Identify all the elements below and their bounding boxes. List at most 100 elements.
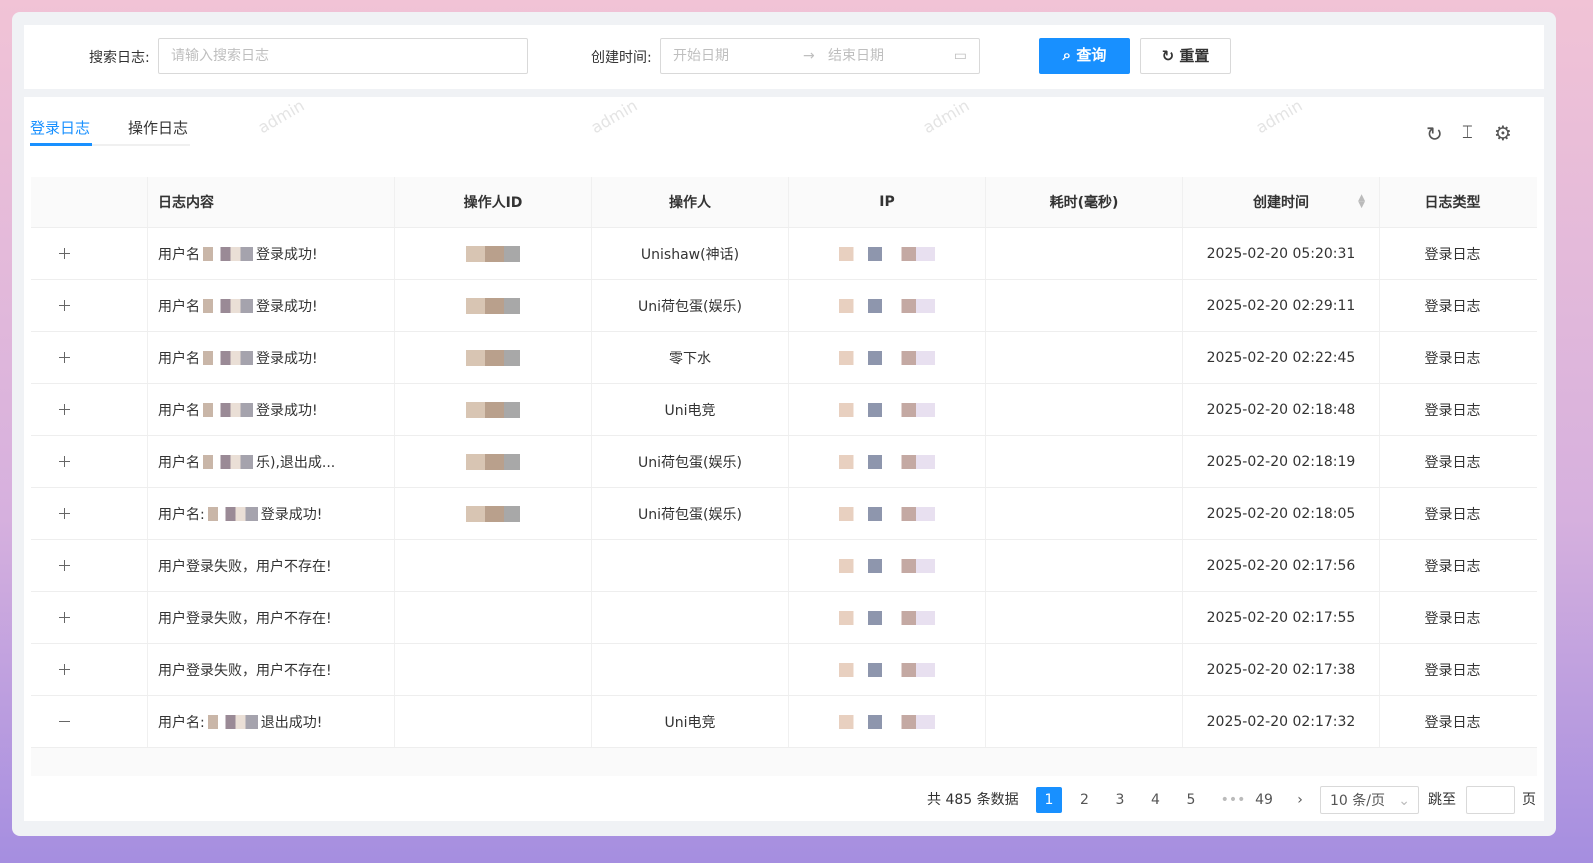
expand-icon[interactable] — [58, 299, 71, 312]
operator-id — [395, 592, 592, 643]
log-table: 日志内容 操作人ID 操作人 IP 耗时(毫秒) 创建时间 ▲ ▼ 日志类型 用户名… — [31, 177, 1537, 776]
reset-label: 重置 — [1179, 47, 1210, 65]
header-content: 日志内容 — [148, 177, 395, 227]
header-expand — [31, 177, 148, 227]
table-row[interactable]: 用户名: 登录成功! Uni荷包蛋(娱乐) 2025-02-20 02:18:05… — [31, 488, 1537, 540]
pagination-ellipsis[interactable]: ••• — [1220, 787, 1246, 813]
reload-icon: ↻ — [1161, 47, 1175, 65]
table-row[interactable]: 用户登录失败，用户不存在! 2025-02-20 02:17:56 登录日志 — [31, 540, 1537, 592]
search-log-input[interactable]: 请输入搜索日志 — [158, 38, 528, 74]
expand-icon[interactable] — [58, 351, 71, 364]
header-create-time-label: 创建时间 — [1253, 195, 1309, 211]
operator-id — [395, 384, 592, 435]
table-row[interactable]: 用户登录失败，用户不存在! 2025-02-20 02:17:38 登录日志 — [31, 644, 1537, 696]
page-3[interactable]: 3 — [1107, 787, 1133, 813]
operator-id — [395, 488, 592, 539]
masked-ip — [839, 558, 935, 573]
search-panel: 搜索日志: 请输入搜索日志 创建时间: 开始日期 → 结束日期 ▭ ⌕ 查询 ↻… — [24, 25, 1544, 89]
page-5[interactable]: 5 — [1178, 787, 1204, 813]
content-suffix: 登录成功! — [260, 506, 323, 523]
page-2[interactable]: 2 — [1072, 787, 1098, 813]
log-content: 用户登录失败，用户不存在! — [148, 540, 395, 591]
operator-id — [395, 436, 592, 487]
content-prefix: 用户登录失败，用户不存在! — [158, 662, 332, 679]
query-button[interactable]: ⌕ 查询 — [1039, 38, 1130, 74]
log-type: 登录日志 — [1424, 454, 1481, 471]
expand-cell — [31, 488, 148, 539]
ip — [789, 696, 986, 747]
masked-username — [207, 714, 258, 729]
create-time: 2025-02-20 02:17:55 — [1183, 592, 1380, 643]
operator: Uni荷包蛋(娱乐) — [592, 436, 789, 487]
content-suffix: 登录成功! — [256, 246, 318, 263]
content-prefix: 用户名 — [158, 402, 200, 419]
expand-icon[interactable] — [58, 559, 71, 572]
operator — [592, 644, 789, 695]
log-content: 用户名: 登录成功! — [148, 488, 395, 539]
expand-icon[interactable] — [58, 403, 71, 416]
duration — [986, 488, 1183, 539]
table-row[interactable]: 用户名 登录成功! Uni电竞 2025-02-20 02:18:48 登录日志 — [31, 384, 1537, 436]
operator: Uni荷包蛋(娱乐) — [592, 488, 789, 539]
masked-username — [203, 350, 253, 365]
ip — [789, 228, 986, 279]
content-prefix: 用户名 — [158, 350, 200, 367]
operator-id — [395, 644, 592, 695]
operator-id — [395, 280, 592, 331]
table-row[interactable]: 用户名 登录成功! Unishaw(神话) 2025-02-20 05:20:31… — [31, 228, 1537, 280]
masked-ip — [839, 298, 935, 313]
content-prefix: 用户名: — [158, 506, 205, 523]
masked-ip — [839, 610, 935, 625]
operator: 零下水 — [592, 332, 789, 383]
log-type: 登录日志 — [1424, 558, 1481, 575]
log-content: 用户名: 退出成功! — [148, 696, 395, 747]
table-header-row: 日志内容 操作人ID 操作人 IP 耗时(毫秒) 创建时间 ▲ ▼ 日志类型 — [31, 177, 1537, 228]
date-range-picker[interactable]: 开始日期 → 结束日期 ▭ — [660, 38, 980, 74]
table-row[interactable]: 用户名 登录成功! 零下水 2025-02-20 02:22:45 登录日志 — [31, 332, 1537, 384]
expand-icon[interactable] — [58, 611, 71, 624]
content-prefix: 用户名 — [158, 246, 200, 263]
refresh-icon[interactable]: ↻ — [1426, 122, 1443, 146]
tab-login-log[interactable]: 登录日志 — [30, 117, 90, 138]
app-frame: 搜索日志: 请输入搜索日志 创建时间: 开始日期 → 结束日期 ▭ ⌕ 查询 ↻… — [12, 12, 1556, 836]
collapse-icon[interactable] — [58, 715, 71, 728]
page-1[interactable]: 1 — [1036, 787, 1062, 813]
header-ip: IP — [789, 177, 986, 227]
jump-page-input[interactable] — [1466, 786, 1515, 814]
table-row[interactable]: 用户名: 退出成功! Uni电竞 2025-02-20 02:17:32 登录日志 — [31, 696, 1537, 748]
create-time: 2025-02-20 02:18:05 — [1183, 488, 1380, 539]
header-operator-id: 操作人ID — [395, 177, 592, 227]
settings-gear-icon[interactable]: ⚙ — [1494, 121, 1512, 145]
page-last[interactable]: 49 — [1251, 787, 1277, 813]
ip — [789, 540, 986, 591]
page-size-select[interactable]: 10 条/页 ⌄ — [1320, 786, 1419, 814]
header-create-time[interactable]: 创建时间 ▲ ▼ — [1183, 177, 1380, 227]
expand-icon[interactable] — [58, 663, 71, 676]
table-row[interactable]: 用户登录失败，用户不存在! 2025-02-20 02:17:55 登录日志 — [31, 592, 1537, 644]
create-time: 2025-02-20 02:18:19 — [1183, 436, 1380, 487]
column-height-icon[interactable]: ⌶ — [1462, 122, 1473, 143]
expand-icon[interactable] — [58, 507, 71, 520]
table-row[interactable]: 用户名 登录成功! Uni荷包蛋(娱乐) 2025-02-20 02:29:11 … — [31, 280, 1537, 332]
expand-icon[interactable] — [58, 247, 71, 260]
watermark: admin — [254, 95, 308, 138]
end-date-input[interactable]: 结束日期 — [828, 39, 884, 73]
expand-icon[interactable] — [58, 455, 71, 468]
log-content: 用户名 乐),退出成... — [148, 436, 395, 487]
expand-cell — [31, 280, 148, 331]
next-page-icon[interactable]: › — [1287, 787, 1313, 813]
watermark: admin — [587, 95, 641, 138]
total-count: 共 485 条数据 — [927, 792, 1019, 808]
masked-operator-id — [466, 453, 520, 470]
sort-icon[interactable]: ▲ ▼ — [1358, 194, 1365, 210]
start-date-input[interactable]: 开始日期 — [673, 48, 729, 64]
page-4[interactable]: 4 — [1143, 787, 1169, 813]
operator: Uni电竞 — [592, 384, 789, 435]
header-duration: 耗时(毫秒) — [986, 177, 1183, 227]
reset-button[interactable]: ↻ 重置 — [1140, 38, 1231, 74]
tab-operation-log[interactable]: 操作日志 — [128, 117, 188, 138]
operator — [592, 592, 789, 643]
table-row[interactable]: 用户名 乐),退出成... Uni荷包蛋(娱乐) 2025-02-20 02:18… — [31, 436, 1537, 488]
ip — [789, 488, 986, 539]
masked-operator-id — [466, 245, 520, 262]
